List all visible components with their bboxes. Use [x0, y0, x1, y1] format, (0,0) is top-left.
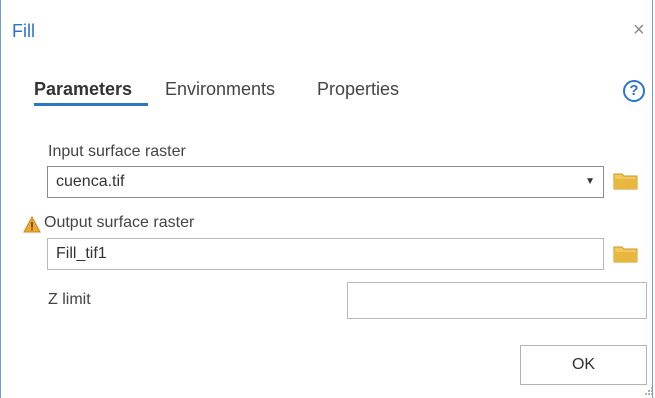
- input-surface-raster-label: Input surface raster: [48, 143, 186, 160]
- folder-icon[interactable]: [613, 171, 639, 191]
- fill-dialog: Fill × Parameters Environments Propertie…: [0, 0, 653, 398]
- input-surface-raster-dropdown[interactable]: cuenca.tif ▼: [47, 166, 604, 198]
- active-tab-indicator: [34, 103, 148, 106]
- tab-properties[interactable]: Properties: [317, 79, 399, 100]
- warning-icon: [23, 216, 41, 233]
- output-surface-raster-input[interactable]: Fill_tif1: [47, 238, 604, 270]
- close-icon[interactable]: ×: [633, 20, 645, 40]
- z-limit-label: Z limit: [48, 291, 91, 308]
- tab-environments[interactable]: Environments: [165, 79, 275, 100]
- resize-grip-icon[interactable]: [644, 386, 654, 396]
- chevron-down-icon[interactable]: ▼: [585, 167, 595, 197]
- tab-parameters[interactable]: Parameters: [34, 79, 132, 100]
- output-surface-raster-value: Fill_tif1: [56, 245, 107, 262]
- input-surface-raster-value: cuenca.tif: [56, 173, 125, 190]
- folder-icon[interactable]: [613, 244, 639, 264]
- output-surface-raster-label: Output surface raster: [44, 214, 195, 231]
- z-limit-input[interactable]: [347, 282, 647, 319]
- ok-button[interactable]: OK: [520, 345, 647, 385]
- dialog-title: Fill: [12, 21, 35, 41]
- help-icon[interactable]: ?: [623, 80, 645, 102]
